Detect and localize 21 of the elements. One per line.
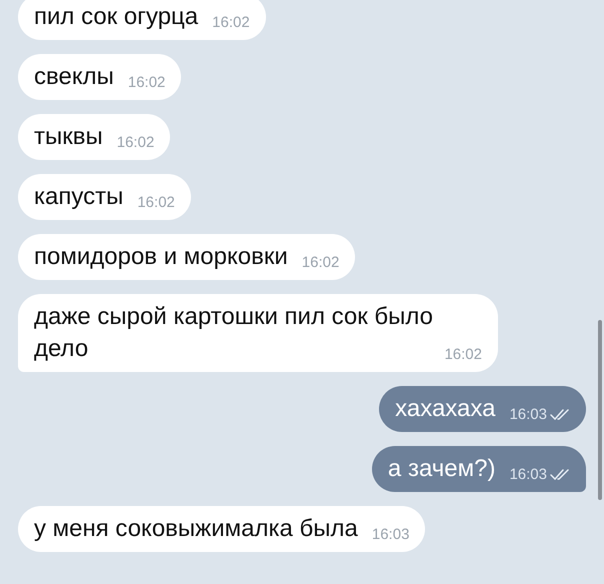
message-text: даже сырой картошки пил сок было дело xyxy=(34,303,434,362)
message-text: а зачем?) xyxy=(388,455,496,482)
double-check-icon xyxy=(550,409,570,421)
scrollbar[interactable] xyxy=(598,320,602,500)
message-time: 16:03 xyxy=(509,405,547,425)
message-text: хахахаха xyxy=(395,395,496,422)
message-time: 16:03 xyxy=(509,465,547,485)
message-text: свеклы xyxy=(34,63,114,90)
message-time: 16:03 xyxy=(372,525,410,545)
message-text: помидоров и морковки xyxy=(34,243,288,270)
message-time: 16:02 xyxy=(128,73,166,93)
message-time: 16:02 xyxy=(212,13,250,33)
message-time: 16:02 xyxy=(137,193,175,213)
message-time: 16:02 xyxy=(444,345,482,365)
message-text: тыквы xyxy=(34,123,103,150)
message-time: 16:02 xyxy=(116,133,154,153)
message-text: капусты xyxy=(34,183,124,210)
double-check-icon xyxy=(550,469,570,481)
message-text: пил сок огурца xyxy=(34,3,198,30)
message-time: 16:02 xyxy=(302,253,340,273)
message-text: у меня соковыжималка была xyxy=(34,515,358,542)
